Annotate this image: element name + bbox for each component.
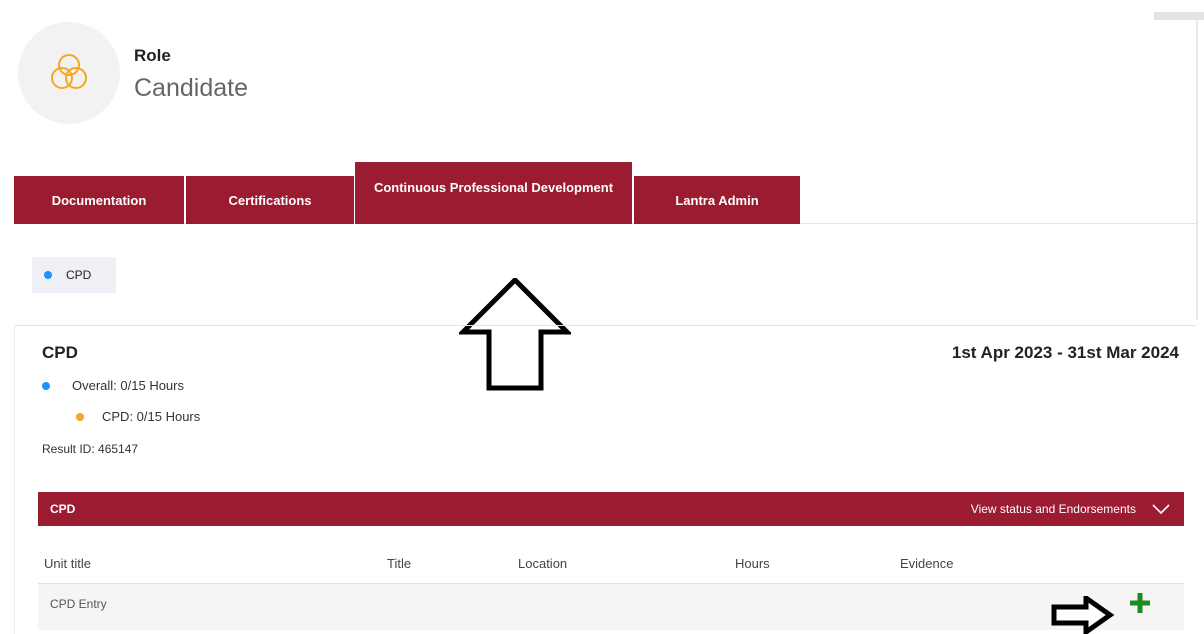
column-header-evidence: Evidence bbox=[900, 556, 954, 571]
row-unit-title: CPD Entry bbox=[50, 597, 107, 611]
panel-left-border bbox=[14, 325, 15, 634]
panel-top-border bbox=[14, 325, 1196, 326]
column-header-unit-title: Unit title bbox=[44, 556, 91, 571]
tab-lantra-admin[interactable]: Lantra Admin bbox=[634, 176, 800, 224]
cpd-hours: CPD: 0/15 Hours bbox=[76, 409, 200, 424]
tab-continuous-professional-development[interactable]: Continuous Professional Development bbox=[355, 162, 632, 224]
tab-documentation[interactable]: Documentation bbox=[14, 176, 184, 224]
role-label: Role bbox=[134, 46, 171, 65]
overall-dot bbox=[42, 381, 50, 390]
cpd-heading: CPD bbox=[42, 343, 78, 362]
status-dot bbox=[44, 271, 52, 279]
table-row: CPD Entry bbox=[38, 583, 1184, 630]
plus-icon[interactable] bbox=[1127, 588, 1153, 618]
view-status-toggle[interactable]: View status and Endorsements bbox=[971, 492, 1170, 526]
column-header-title: Title bbox=[387, 556, 412, 571]
view-status-label: View status and Endorsements bbox=[970, 502, 1136, 516]
column-header-hours: Hours bbox=[735, 556, 770, 571]
column-header-location: Location bbox=[518, 556, 568, 571]
vertical-divider bbox=[1196, 20, 1198, 320]
venn-circles-icon bbox=[51, 54, 87, 89]
date-range: 1st Apr 2023 - 31st Mar 2024 bbox=[951, 343, 1179, 362]
horizontal-scrollbar[interactable] bbox=[1154, 12, 1204, 20]
cpd-section-bar: CPD View status and Endorsements bbox=[38, 492, 1184, 526]
cpd-filter-pill[interactable]: CPD bbox=[32, 257, 116, 293]
section-title: CPD bbox=[50, 502, 76, 516]
annotation-right-arrow-icon bbox=[1051, 596, 1114, 634]
cpd-hours-text: CPD: 0/15 Hours bbox=[102, 409, 201, 424]
annotation-up-arrow-icon bbox=[459, 278, 571, 391]
tab-certifications[interactable]: Certifications bbox=[186, 176, 354, 224]
pill-label: CPD bbox=[66, 268, 92, 282]
overall-hours: Overall: 0/15 Hours bbox=[42, 378, 184, 393]
overall-hours-text: Overall: 0/15 Hours bbox=[72, 378, 184, 393]
result-id: Result ID: 465147 bbox=[42, 442, 139, 456]
role-avatar bbox=[18, 22, 120, 124]
cpd-dot bbox=[76, 412, 84, 421]
chevron-down-icon bbox=[1152, 504, 1170, 514]
role-value: Candidate bbox=[134, 74, 248, 102]
